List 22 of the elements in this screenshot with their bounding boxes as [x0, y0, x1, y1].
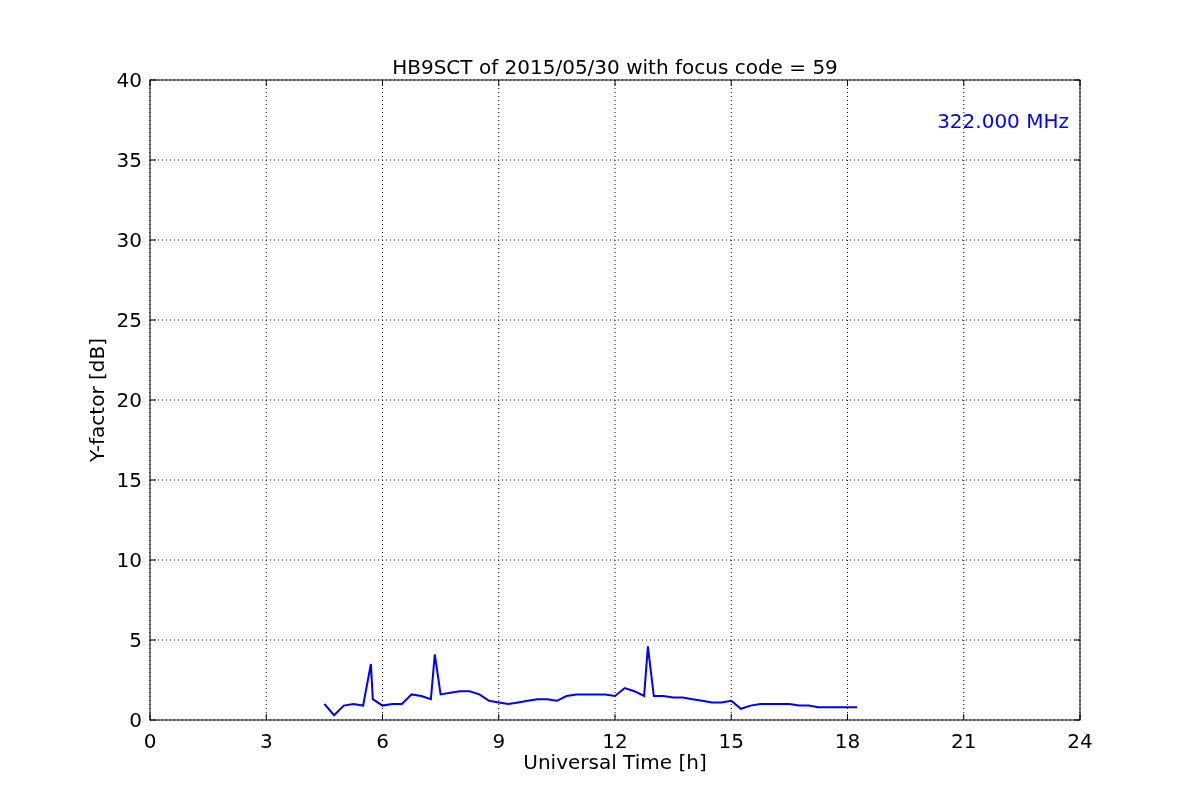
y-tick-label: 5	[129, 628, 142, 652]
y-tick-label: 40	[116, 68, 142, 92]
x-tick-label: 6	[376, 729, 389, 753]
x-tick-label: 24	[1067, 729, 1093, 753]
x-tick-label: 21	[951, 729, 977, 753]
y-tick-label: 15	[116, 468, 142, 492]
y-tick-label: 20	[116, 388, 142, 412]
x-tick-label: 9	[492, 729, 506, 753]
x-tick-label: 15	[718, 729, 744, 753]
x-axis-title: Universal Time [h]	[523, 750, 707, 774]
x-tick-label: 3	[259, 729, 273, 753]
y-tick-label: 10	[116, 548, 142, 572]
y-tick-label: 0	[129, 708, 142, 732]
chart-title: HB9SCT of 2015/05/30 with focus code = 59	[392, 55, 838, 79]
y-tick-label: 30	[116, 228, 142, 252]
y-tick-label: 35	[116, 148, 142, 172]
series-label: 322.000 MHz	[937, 109, 1069, 133]
x-tick-label: 12	[602, 729, 628, 753]
y-axis-title: Y-factor [dB]	[85, 338, 109, 462]
x-tick-label: 18	[834, 729, 861, 753]
y-tick-label: 25	[116, 308, 142, 332]
x-tick-label: 0	[143, 729, 157, 753]
